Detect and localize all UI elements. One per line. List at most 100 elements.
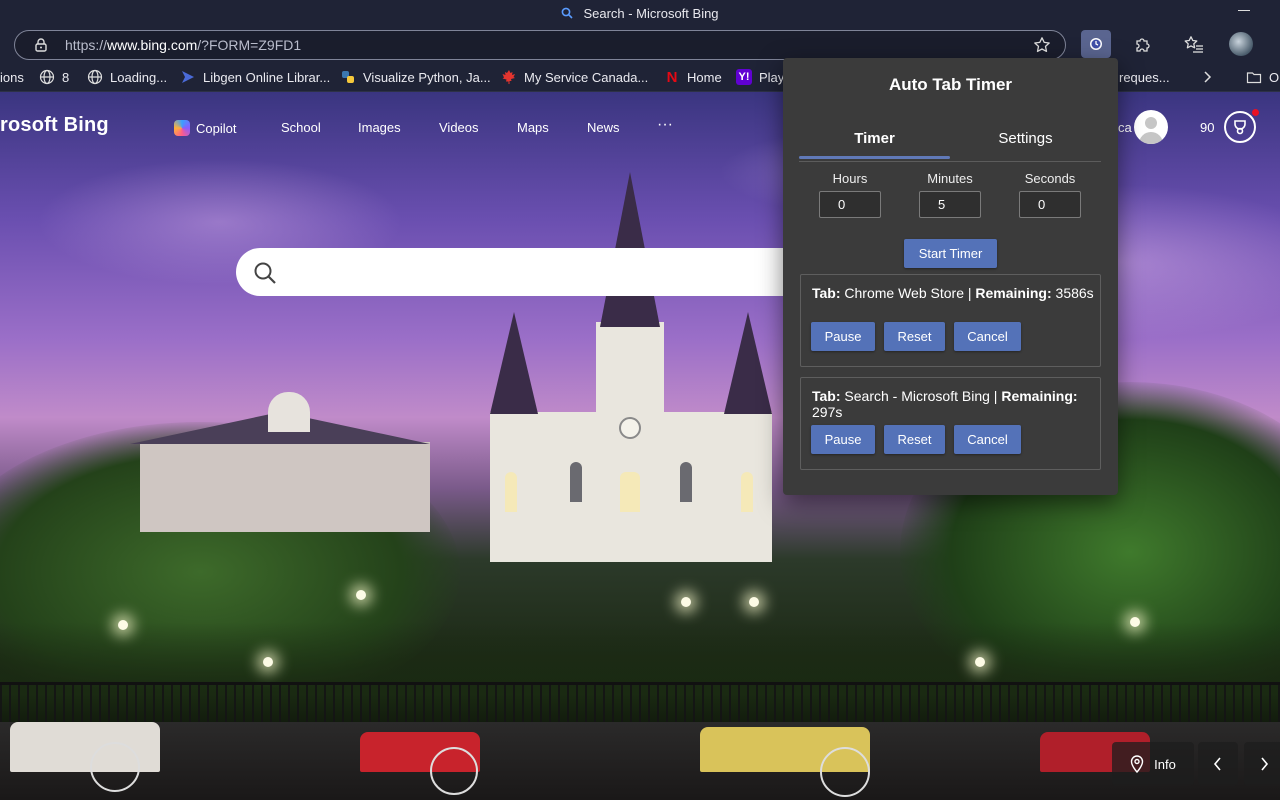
background-right-spire <box>724 312 772 414</box>
nav-copilot-label: Copilot <box>196 120 237 136</box>
tab-prefix: Tab: <box>812 285 841 301</box>
reset-button[interactable]: Reset <box>884 322 945 351</box>
background-fence <box>0 682 1280 722</box>
favorites-overflow-button[interactable] <box>1201 68 1213 86</box>
rewards-button[interactable] <box>1224 111 1256 143</box>
search-icon <box>562 7 574 19</box>
extensions-button[interactable] <box>1128 30 1158 58</box>
background-street-lamp <box>263 657 273 667</box>
favorite-label: My Service Canada... <box>524 69 649 85</box>
lock-icon[interactable] <box>33 37 49 53</box>
user-name[interactable]: ca <box>1118 120 1132 135</box>
favorite-item[interactable]: My Service Canada... <box>501 68 648 86</box>
bing-logo[interactable]: rosoft Bing <box>0 114 109 137</box>
window-title: Search - Microsoft Bing <box>583 5 719 21</box>
trophy-icon <box>1234 120 1246 135</box>
timer-card: Tab: Chrome Web Store | Remaining: 3586s… <box>800 274 1101 367</box>
nav-school[interactable]: School <box>281 120 321 135</box>
background-street-lamp <box>749 597 759 607</box>
profile-button[interactable] <box>1226 30 1256 58</box>
background-window <box>741 472 753 512</box>
remaining-prefix: Remaining: <box>975 285 1052 301</box>
remaining-prefix: Remaining: <box>1001 388 1078 404</box>
url-path: /?FORM=Z9FD1 <box>197 37 302 53</box>
favorite-label: Visualize Python, Ja... <box>363 69 491 85</box>
nav-videos[interactable]: Videos <box>439 120 479 135</box>
favorite-label: Libgen Online Librar... <box>203 69 331 85</box>
address-bar[interactable]: https://www.bing.com/?FORM=Z9FD1 <box>14 30 1066 60</box>
globe-icon <box>87 69 103 85</box>
favorite-star-icon[interactable] <box>1033 36 1051 54</box>
favorite-item[interactable]: N Home <box>664 68 722 86</box>
chevron-right-icon <box>1204 71 1212 83</box>
pause-button[interactable]: Pause <box>811 322 875 351</box>
title-bar: Search - Microsoft Bing <box>0 0 1280 26</box>
background-street-lamp <box>1130 617 1140 627</box>
tab-timer[interactable]: Timer <box>799 118 950 158</box>
search-input[interactable] <box>236 248 796 296</box>
minutes-input[interactable] <box>919 191 981 218</box>
user-avatar[interactable] <box>1134 110 1168 144</box>
favorites-button[interactable] <box>1179 30 1209 58</box>
favorite-item[interactable]: ions <box>0 68 24 86</box>
background-left-spire <box>490 312 538 414</box>
timer-description: Tab: Search - Microsoft Bing | Remaining… <box>812 388 1078 420</box>
background-street-lamp <box>681 597 691 607</box>
python-icon <box>342 71 354 83</box>
url-text[interactable]: https://www.bing.com/?FORM=Z9FD1 <box>65 37 301 53</box>
reset-button[interactable]: Reset <box>884 425 945 454</box>
rewards-points[interactable]: 90 <box>1200 120 1214 135</box>
background-window <box>570 462 582 502</box>
background-cupola <box>268 392 310 432</box>
background-street-lamp <box>975 657 985 667</box>
nav-news[interactable]: News <box>587 120 620 135</box>
rewards-notification-dot <box>1252 109 1259 116</box>
seconds-input[interactable] <box>1019 191 1081 218</box>
favorite-item[interactable]: O <box>1246 68 1279 86</box>
background-street-lamp <box>356 590 366 600</box>
previous-image-button[interactable] <box>1198 742 1238 786</box>
folder-icon <box>1246 72 1262 84</box>
chevron-left-icon <box>1213 757 1221 771</box>
pause-button[interactable]: Pause <box>811 425 875 454</box>
hours-input[interactable] <box>819 191 881 218</box>
tab-prefix: Tab: <box>812 388 841 404</box>
clock-icon <box>1090 38 1102 50</box>
maple-leaf-icon <box>502 70 515 84</box>
start-timer-button[interactable]: Start Timer <box>904 239 997 268</box>
nav-more-button[interactable]: ··· <box>657 116 673 134</box>
timer-tab-name: Search - Microsoft Bing <box>844 388 990 404</box>
cancel-button[interactable]: Cancel <box>954 425 1021 454</box>
popup-tabs: Timer Settings <box>799 118 1101 162</box>
minimize-button[interactable] <box>1238 2 1252 16</box>
favorite-item[interactable]: Visualize Python, Ja... <box>340 68 491 86</box>
tab-settings[interactable]: Settings <box>950 118 1101 158</box>
nav-copilot[interactable]: Copilot <box>174 120 236 136</box>
url-host: www.bing.com <box>107 37 198 53</box>
background-street-lamp <box>118 620 128 630</box>
favorite-item[interactable]: 8 <box>39 68 69 86</box>
seconds-field-group: Seconds <box>1019 171 1081 218</box>
favorite-label: Home <box>687 69 722 85</box>
copilot-icon <box>174 120 190 136</box>
next-image-button[interactable] <box>1244 742 1280 786</box>
favorite-item[interactable]: Libgen Online Librar... <box>180 68 330 86</box>
background-window <box>620 472 640 512</box>
nav-maps[interactable]: Maps <box>517 120 549 135</box>
chevron-right-icon <box>1261 757 1269 771</box>
timer-remaining: 297s <box>812 404 843 420</box>
background-window <box>505 472 517 512</box>
auto-tab-timer-extension-button[interactable] <box>1081 30 1111 58</box>
nav-images[interactable]: Images <box>358 120 401 135</box>
timer-card: Tab: Search - Microsoft Bing | Remaining… <box>800 377 1101 470</box>
image-info-button[interactable]: Info <box>1112 742 1194 786</box>
hours-label: Hours <box>832 171 868 186</box>
profile-avatar <box>1229 32 1253 56</box>
favorite-label: O <box>1269 69 1280 85</box>
favorite-item[interactable]: reques... <box>1119 68 1170 86</box>
favorite-item[interactable]: Loading... <box>87 68 167 86</box>
background-carriage-wheel <box>430 747 478 795</box>
favorite-label: Loading... <box>110 69 168 85</box>
cancel-button[interactable]: Cancel <box>954 322 1021 351</box>
active-tab-indicator <box>799 156 950 159</box>
